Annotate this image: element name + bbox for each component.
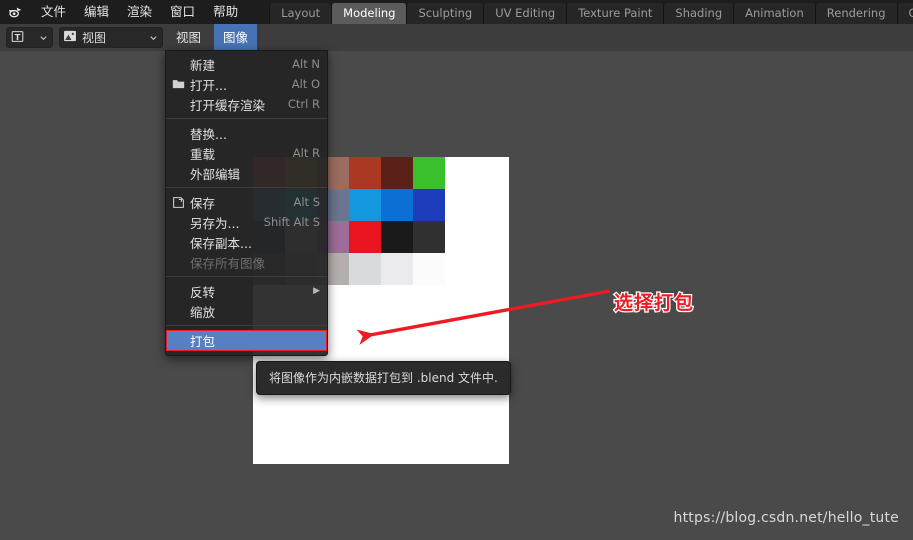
color-swatch [413, 253, 445, 285]
open-folder-icon [166, 78, 190, 90]
menu-item: 保存所有图像 [166, 252, 327, 272]
tab-sculpting[interactable]: Sculpting [406, 3, 484, 24]
menu-separator [166, 325, 327, 326]
color-swatch [413, 157, 445, 189]
menu-separator [166, 187, 327, 188]
color-swatch [445, 157, 477, 189]
blender-logo-icon[interactable] [7, 3, 24, 21]
tab-shading[interactable]: Shading [663, 3, 734, 24]
tab-compositing[interactable]: Compositing [896, 3, 913, 24]
chevron-down-icon [149, 31, 158, 45]
color-swatch [413, 189, 445, 221]
image-view-icon [63, 29, 77, 46]
header-menu-view[interactable]: 视图 [167, 24, 210, 51]
menu-item[interactable]: 新建 Alt N [166, 54, 327, 74]
menu-item[interactable]: 保存 Alt S [166, 192, 327, 212]
image-editor-icon: T [11, 30, 24, 46]
menu-file[interactable]: 文件 [32, 0, 75, 24]
menu-render[interactable]: 渲染 [118, 0, 161, 24]
color-swatch [477, 253, 509, 285]
menu-help[interactable]: 帮助 [204, 0, 247, 24]
menu-item-shortcut: Alt R [292, 146, 320, 160]
menu-item-shortcut: Ctrl R [287, 97, 320, 111]
menu-separator [166, 276, 327, 277]
view-mode-label: 视图 [82, 31, 107, 45]
menu-item-label: 另存为... [190, 215, 240, 231]
tab-animation[interactable]: Animation [733, 3, 815, 24]
color-swatch [477, 189, 509, 221]
menu-item[interactable]: 替换... [166, 123, 327, 143]
menu-item[interactable]: 打开... Alt O [166, 74, 327, 94]
color-swatch [477, 157, 509, 189]
tab-rendering[interactable]: Rendering [814, 3, 897, 24]
chevron-down-icon [39, 31, 48, 45]
image-editor-canvas[interactable] [0, 51, 913, 519]
pack-tooltip: 将图像作为内嵌数据打包到 .blend 文件中. [256, 361, 511, 395]
menu-window[interactable]: 窗口 [161, 0, 204, 24]
menu-item-label: 新建 [190, 57, 216, 73]
menu-item-shortcut: Alt N [292, 57, 320, 71]
image-dropdown-menu: 新建 Alt N 打开... Alt O 打开缓存渲染 Ctrl R 替换... 重载 Alt … [165, 50, 328, 356]
menu-item-shortcut: Shift Alt S [263, 215, 320, 229]
menu-item-label: 保存所有图像 [190, 255, 266, 271]
menu-item-label: 打开缓存渲染 [190, 97, 266, 113]
color-swatch [349, 221, 381, 253]
color-swatch [445, 253, 477, 285]
color-swatch [445, 221, 477, 253]
menu-item[interactable]: 重载 Alt R [166, 143, 327, 163]
menu-item-label: 打开... [190, 77, 227, 93]
menu-item-label: 保存 [190, 195, 216, 211]
menu-edit[interactable]: 编辑 [75, 0, 118, 24]
menu-item-label: 重载 [190, 146, 216, 162]
menu-item-label: 反转 [190, 284, 216, 300]
header-menu-image[interactable]: 图像 [214, 24, 258, 51]
menu-item-label: 替换... [190, 126, 227, 142]
menu-item-label: 打包 [190, 334, 216, 349]
editor-type-selector[interactable]: T [6, 27, 53, 48]
color-swatch [445, 189, 477, 221]
watermark-url: https://blog.csdn.net/hello_tute [673, 510, 899, 526]
color-swatch [381, 253, 413, 285]
submenu-arrow-icon: ▶ [313, 286, 320, 296]
menu-item[interactable]: 另存为... Shift Alt S [166, 212, 327, 232]
blender-window: 文件 编辑 渲染 窗口 帮助 Layout Modeling Sculpting… [0, 0, 913, 540]
menu-item[interactable]: 保存副本... [166, 232, 327, 252]
menu-item-label: 缩放 [190, 304, 216, 320]
color-swatch [381, 221, 413, 253]
menu-separator [166, 118, 327, 119]
menu-item-label: 保存副本... [190, 235, 252, 251]
tab-uv-editing[interactable]: UV Editing [483, 3, 567, 24]
color-swatch [381, 189, 413, 221]
svg-text:T: T [15, 31, 21, 41]
color-swatch [349, 253, 381, 285]
menu-item-label: 外部编辑 [190, 166, 241, 182]
image-editor-header: T 视图 视图 图像 [0, 24, 913, 71]
menu-item-shortcut: Alt O [291, 77, 320, 91]
tab-layout[interactable]: Layout [269, 3, 332, 24]
menu-item-shortcut: Alt S [293, 195, 320, 209]
menu-item[interactable]: 打开缓存渲染 Ctrl R [166, 94, 327, 114]
menu-item[interactable]: 反转 ▶ [166, 281, 327, 301]
color-swatch [413, 221, 445, 253]
color-swatch [381, 157, 413, 189]
view-mode-selector[interactable]: 视图 [59, 27, 163, 48]
color-swatch [349, 189, 381, 221]
color-swatch [477, 221, 509, 253]
tab-texture-paint[interactable]: Texture Paint [566, 3, 664, 24]
menu-item[interactable]: 外部编辑 [166, 163, 327, 183]
color-swatch [349, 157, 381, 189]
menu-item-pack[interactable]: 打包 [166, 330, 327, 351]
save-image-icon [166, 196, 190, 209]
annotation-label: 选择打包 [613, 291, 695, 316]
tab-modeling[interactable]: Modeling [331, 3, 407, 24]
workspace-tabs: Layout Modeling Sculpting UV Editing Tex… [269, 0, 913, 24]
menu-item[interactable]: 缩放 [166, 301, 327, 321]
tooltip-text: 将图像作为内嵌数据打包到 .blend 文件中. [269, 371, 498, 385]
top-menu-bar: 文件 编辑 渲染 窗口 帮助 Layout Modeling Sculpting… [0, 0, 913, 24]
